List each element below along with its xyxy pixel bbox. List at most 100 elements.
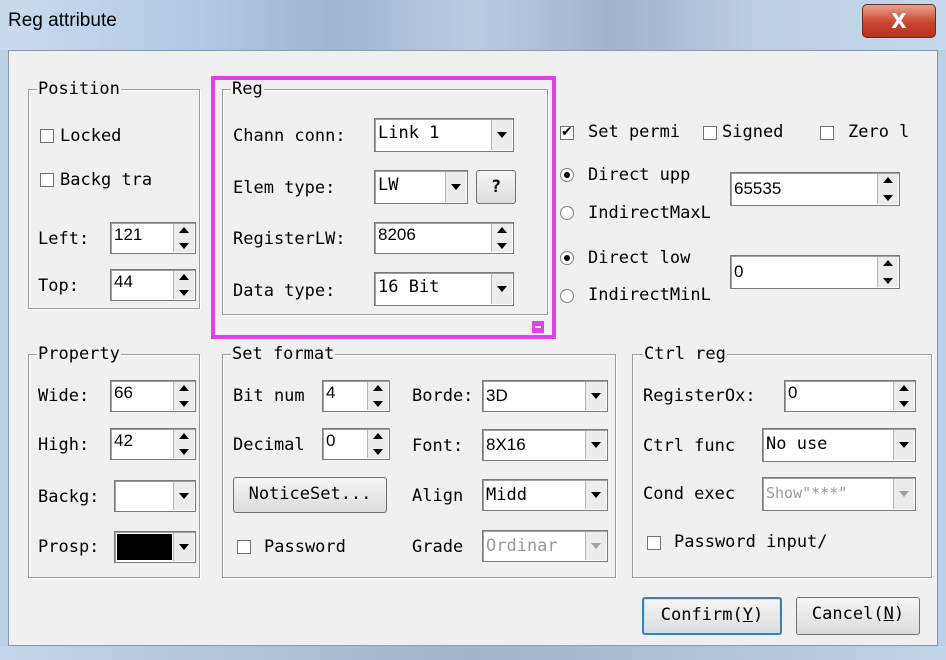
bit-num-value: 4 [326,383,336,402]
cond-exec-label: Cond exec [643,484,736,504]
cond-exec-value: Show"***" [766,484,848,502]
wide-spinbox[interactable]: 66 [110,380,196,412]
font-label: Font: [412,436,464,456]
signed-checkbox[interactable] [703,126,717,140]
direct-lower-label: Direct low [588,248,691,268]
title-bar[interactable] [0,0,946,50]
password-checkbox[interactable] [237,540,251,554]
chevron-down-icon[interactable] [585,481,606,509]
top-label: Top: [38,276,79,296]
align-label: Align [412,486,464,506]
ctrl-register-value: 0 [788,383,798,402]
chevron-down-icon[interactable] [893,430,914,460]
window-title: Reg attribute [8,10,117,31]
left-label: Left: [38,229,90,249]
cond-exec-select[interactable]: Show"***" [762,477,916,511]
notice-set-button[interactable]: NoticeSet... [233,477,387,513]
cancel-key: N [883,604,894,624]
ctrl-register-spinbox[interactable]: 0 [784,380,916,412]
prosp-label: Prosp: [38,537,100,557]
bit-num-spinbox[interactable]: 4 [322,380,390,412]
chevron-down-icon[interactable] [585,532,606,560]
top-value: 44 [114,272,133,291]
prosp-color-swatch [117,534,172,560]
indirect-max-label: IndirectMaxL [588,203,711,223]
cancel-text: Cancel( [811,604,884,624]
locked-label: Locked [60,126,122,146]
spin-arrows-icon[interactable] [877,257,898,287]
spin-arrows-icon[interactable] [173,271,194,299]
high-value: 42 [114,431,133,450]
chevron-down-icon[interactable] [893,479,914,509]
zero-label: Zero l [848,122,910,142]
direct-upper-radio[interactable] [560,168,574,182]
grade-value: Ordinar [486,536,558,556]
backg-tra-label: Backg tra [60,170,153,190]
backg-color-select[interactable] [114,480,196,512]
indirect-min-label: IndirectMinL [588,285,711,305]
zero-checkbox[interactable] [820,126,834,140]
locked-checkbox[interactable] [40,129,54,143]
backg-tra-checkbox[interactable] [40,173,54,187]
left-value: 121 [114,225,143,244]
wide-label: Wide: [38,386,90,406]
border-select[interactable]: 3D [482,380,608,412]
spin-arrows-icon[interactable] [173,382,194,410]
confirm-end: ) [752,605,764,625]
indirect-min-radio[interactable] [560,289,574,303]
confirm-button[interactable]: Confirm(Y) [642,597,782,635]
ctrl-func-value: No use [766,434,828,454]
spin-arrows-icon[interactable] [173,430,194,458]
password-input-checkbox[interactable] [647,536,661,550]
backg-label: Backg: [38,487,100,507]
close-button[interactable]: X [862,4,936,38]
grade-select[interactable]: Ordinar [482,530,608,562]
decimal-label: Decimal [233,435,305,455]
signed-label: Signed [722,122,784,142]
chevron-down-icon[interactable] [173,533,194,561]
bit-num-label: Bit num [233,386,305,406]
chevron-down-icon[interactable] [585,431,606,459]
set-format-legend: Set format [231,344,336,364]
spin-arrows-icon[interactable] [173,224,194,252]
grade-label: Grade [412,537,464,557]
prosp-color-select[interactable] [114,531,196,563]
set-permi-label: Set permi [588,122,681,142]
upper-limit-value: 65535 [734,179,782,198]
cancel-button[interactable]: Cancel(N) [796,597,920,635]
left-spinbox[interactable]: 121 [110,222,196,254]
ctrl-func-select[interactable]: No use [762,428,916,462]
lower-limit-spinbox[interactable]: 0 [730,255,900,289]
spin-arrows-icon[interactable] [877,174,898,204]
ctrl-register-label: RegisterOx: [643,386,756,406]
position-legend: Position [37,79,121,99]
high-label: High: [38,435,90,455]
align-value: Midd [486,485,527,505]
password-input-label: Password input/ [674,532,828,552]
decimal-value: 0 [326,431,336,450]
spin-arrows-icon[interactable] [893,382,914,410]
property-legend: Property [37,344,121,364]
align-select[interactable]: Midd [482,479,608,511]
lower-limit-value: 0 [734,262,744,281]
spin-arrows-icon[interactable] [367,382,388,410]
decimal-spinbox[interactable]: 0 [322,428,390,460]
font-select[interactable]: 8X16 [482,429,608,461]
ctrl-func-label: Ctrl func [643,436,736,456]
direct-upper-label: Direct upp [588,165,691,185]
chevron-down-icon[interactable] [173,482,194,510]
confirm-text: Confirm( [660,605,743,625]
high-spinbox[interactable]: 42 [110,428,196,460]
password-label: Password [264,537,346,557]
top-spinbox[interactable]: 44 [110,269,196,301]
indirect-max-radio[interactable] [560,206,574,220]
spin-arrows-icon[interactable] [367,430,388,458]
set-permi-checkbox[interactable] [560,124,574,140]
border-value: 3D [486,386,508,405]
chevron-down-icon[interactable] [585,382,606,410]
direct-lower-radio[interactable] [560,251,574,265]
confirm-key: Y [742,605,753,625]
selection-highlight-box [211,76,556,339]
upper-limit-spinbox[interactable]: 65535 [730,172,900,206]
resize-handle-icon[interactable] [532,321,544,333]
